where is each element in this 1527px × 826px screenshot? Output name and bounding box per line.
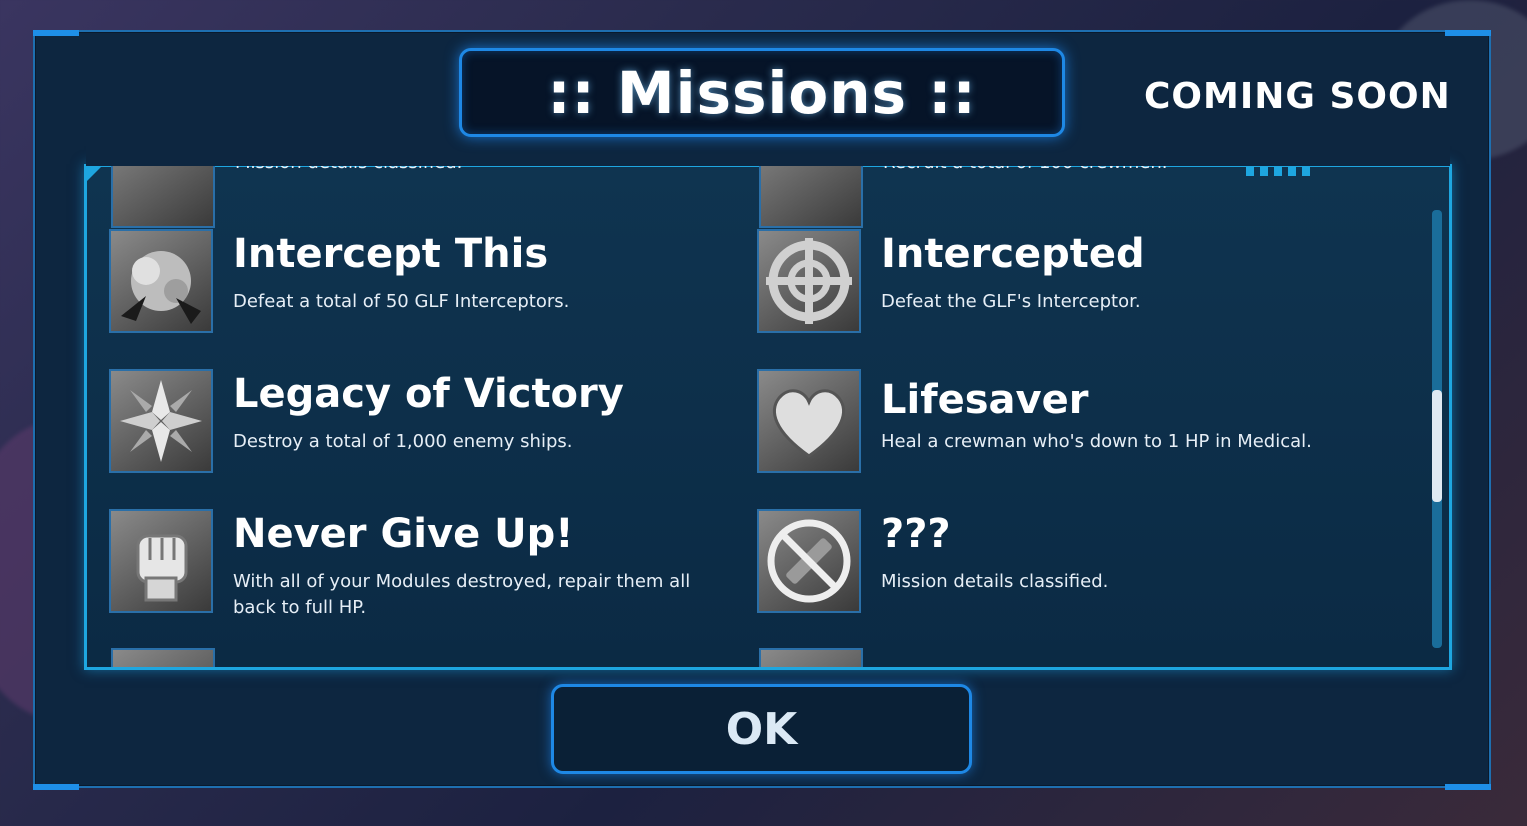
page-title: :: Missions :: <box>547 58 977 127</box>
mission-description: Defeat a total of 50 GLF Interceptors. <box>233 291 570 312</box>
mission-item[interactable]: Intercepted Defeat the GLF's Interceptor… <box>757 229 1377 339</box>
mission-icon <box>759 648 863 667</box>
mission-item[interactable]: ??? Mission details classified. <box>757 509 1377 619</box>
scrollbar-thumb[interactable] <box>1432 390 1442 502</box>
frame-corner <box>1445 784 1491 790</box>
frame-accent <box>84 164 104 184</box>
frame-corner <box>1445 30 1491 36</box>
mission-title: ??? <box>881 511 951 557</box>
mission-description: With all of your Modules destroyed, repa… <box>233 571 691 618</box>
coming-soon-label: COMING SOON <box>1144 76 1451 117</box>
ok-button-label: OK <box>725 703 798 755</box>
frame-corner <box>33 30 79 36</box>
heart-icon <box>757 369 861 473</box>
star-emblem-icon <box>109 369 213 473</box>
mission-icon <box>111 648 215 667</box>
mission-item[interactable]: Lifesaver Heal a crewman who's down to 1… <box>757 369 1377 479</box>
mission-title: Legacy of Victory <box>233 371 624 417</box>
mission-title: Intercept This <box>233 231 549 277</box>
mission-title: Intercepted <box>881 231 1145 277</box>
frame-accent <box>1246 166 1316 176</box>
frame-corner <box>33 784 79 790</box>
ok-button[interactable]: OK <box>551 684 972 774</box>
mission-description: Defeat the GLF's Interceptor. <box>881 291 1141 312</box>
mission-icon <box>111 164 215 228</box>
mission-description: Heal a crewman who's down to 1 HP in Med… <box>881 431 1312 452</box>
mission-title: Never Give Up! <box>233 511 574 557</box>
mission-description: Destroy a total of 1,000 enemy ships. <box>233 431 573 452</box>
mission-icon <box>759 164 863 228</box>
crosshair-icon <box>757 229 861 333</box>
mission-title: Lifesaver <box>881 377 1089 423</box>
mission-description: Mission details classified. <box>881 571 1109 592</box>
mission-item[interactable]: Intercept This Defeat a total of 50 GLF … <box>109 229 729 339</box>
fist-icon <box>109 509 213 613</box>
prohibited-icon <box>757 509 861 613</box>
mission-item[interactable]: Never Give Up! With all of your Modules … <box>109 509 729 619</box>
dialog-title: :: Missions :: <box>459 48 1065 137</box>
mission-item[interactable]: Legacy of Victory Destroy a total of 1,0… <box>109 369 729 479</box>
explosion-icon <box>109 229 213 333</box>
